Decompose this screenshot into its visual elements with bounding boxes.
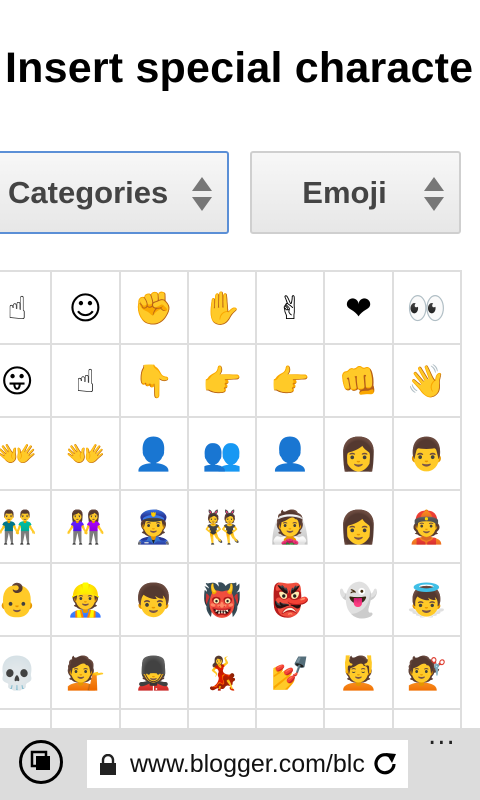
emoji-row: 👶 👷 👦 👹 👺 👻 👼 bbox=[0, 562, 463, 637]
emoji-cell[interactable]: 😛 bbox=[0, 343, 53, 418]
emoji-cell[interactable]: 💅 bbox=[255, 635, 326, 710]
browser-bottom-bar: www.blogger.com/blc ... bbox=[0, 723, 480, 800]
emoji-cell[interactable]: 👰 bbox=[255, 489, 326, 564]
subcategory-select[interactable]: Emoji bbox=[250, 151, 461, 234]
emoji-cell[interactable] bbox=[186, 708, 258, 728]
emoji-cell[interactable]: 👭 bbox=[50, 489, 121, 564]
emoji-cell[interactable]: 👬 bbox=[0, 489, 53, 564]
emoji-cell[interactable]: 💀 bbox=[0, 635, 53, 710]
url-text: www.blogger.com/blc bbox=[130, 750, 365, 778]
emoji-row: 💀 💁 💂 💃 💅 💆 💇 bbox=[0, 635, 463, 710]
emoji-cell[interactable]: 👥 bbox=[186, 416, 258, 491]
emoji-cell[interactable] bbox=[255, 708, 326, 728]
emoji-cell[interactable]: 👺 bbox=[255, 562, 326, 637]
emoji-table: ☝ ☺ ✊ ✋ ✌ ❤ 👀 😛 ☝ 👇 👉 👉 👊 👋 👐 👐 👤 👥 👤 👩 👨 👬 👭 👮 👯 👰 👩 👲 👶 👷 👦 👹 👺 👻 👼 💀 💁 💂 💃 💅… bbox=[0, 270, 463, 728]
more-options-button[interactable]: ... bbox=[428, 723, 458, 749]
lock-icon bbox=[100, 754, 116, 775]
emoji-row bbox=[0, 708, 463, 728]
select-arrows-icon bbox=[424, 177, 444, 211]
emoji-cell[interactable]: 💁 bbox=[50, 635, 121, 710]
emoji-cell[interactable]: 👉 bbox=[255, 343, 326, 418]
emoji-cell[interactable]: 👹 bbox=[186, 562, 258, 637]
refresh-icon[interactable] bbox=[371, 750, 399, 778]
emoji-cell[interactable]: 👊 bbox=[323, 343, 394, 418]
emoji-cell[interactable] bbox=[50, 708, 121, 728]
emoji-cell[interactable]: 👨 bbox=[391, 416, 463, 491]
emoji-cell[interactable]: 👩 bbox=[323, 489, 394, 564]
emoji-cell[interactable]: 👮 bbox=[118, 489, 189, 564]
emoji-row: 👬 👭 👮 👯 👰 👩 👲 bbox=[0, 489, 463, 564]
emoji-cell[interactable] bbox=[0, 708, 53, 728]
emoji-cell[interactable]: 👤 bbox=[255, 416, 326, 491]
subcategory-select-value: Emoji bbox=[302, 174, 387, 210]
category-select-value: Categories bbox=[8, 174, 169, 210]
emoji-cell[interactable]: 👼 bbox=[391, 562, 463, 637]
tabs-icon bbox=[30, 750, 50, 770]
emoji-cell[interactable]: 👐 bbox=[0, 416, 53, 491]
page-title: Insert special characte bbox=[5, 44, 474, 92]
emoji-cell[interactable]: ☝ bbox=[50, 343, 121, 418]
emoji-cell[interactable]: 👋 bbox=[391, 343, 463, 418]
emoji-row: 😛 ☝ 👇 👉 👉 👊 👋 bbox=[0, 343, 463, 418]
emoji-cell[interactable]: 💇 bbox=[391, 635, 463, 710]
emoji-cell[interactable]: 👯 bbox=[186, 489, 258, 564]
emoji-cell[interactable]: 👐 bbox=[50, 416, 121, 491]
emoji-cell[interactable]: 👇 bbox=[118, 343, 189, 418]
emoji-cell[interactable]: 👦 bbox=[118, 562, 189, 637]
emoji-cell[interactable] bbox=[323, 708, 394, 728]
emoji-cell[interactable]: 💃 bbox=[186, 635, 258, 710]
emoji-row: 👐 👐 👤 👥 👤 👩 👨 bbox=[0, 416, 463, 491]
emoji-cell[interactable] bbox=[118, 708, 189, 728]
emoji-row: ☝ ☺ ✊ ✋ ✌ ❤ 👀 bbox=[0, 270, 463, 345]
emoji-cell[interactable]: ❤ bbox=[323, 270, 394, 345]
emoji-cell[interactable]: 👷 bbox=[50, 562, 121, 637]
emoji-cell[interactable]: ☝ bbox=[0, 270, 53, 345]
emoji-grid: ☝ ☺ ✊ ✋ ✌ ❤ 👀 😛 ☝ 👇 👉 👉 👊 👋 👐 👐 👤 👥 👤 👩 👨 👬 👭 👮 👯 👰 👩 👲 👶 👷 👦 👹 👺 👻 👼 💀 💁 💂 💃 💅… bbox=[0, 270, 480, 728]
emoji-cell[interactable]: ✋ bbox=[186, 270, 258, 345]
tabs-button[interactable] bbox=[19, 740, 63, 784]
emoji-cell[interactable]: 👻 bbox=[323, 562, 394, 637]
emoji-cell[interactable]: 👉 bbox=[186, 343, 258, 418]
emoji-cell[interactable]: 👤 bbox=[118, 416, 189, 491]
emoji-cell[interactable]: 👩 bbox=[323, 416, 394, 491]
emoji-cell[interactable]: 👀 bbox=[391, 270, 463, 345]
emoji-cell[interactable]: 💂 bbox=[118, 635, 189, 710]
emoji-cell[interactable]: ✌ bbox=[255, 270, 326, 345]
emoji-cell[interactable]: ☺ bbox=[50, 270, 121, 345]
emoji-cell[interactable]: 💆 bbox=[323, 635, 394, 710]
emoji-cell[interactable]: ✊ bbox=[118, 270, 189, 345]
category-select[interactable]: Categories bbox=[0, 151, 229, 234]
select-arrows-icon bbox=[192, 177, 212, 211]
address-bar[interactable]: www.blogger.com/blc bbox=[87, 740, 408, 788]
emoji-cell[interactable]: 👲 bbox=[391, 489, 463, 564]
emoji-cell[interactable]: 👶 bbox=[0, 562, 53, 637]
